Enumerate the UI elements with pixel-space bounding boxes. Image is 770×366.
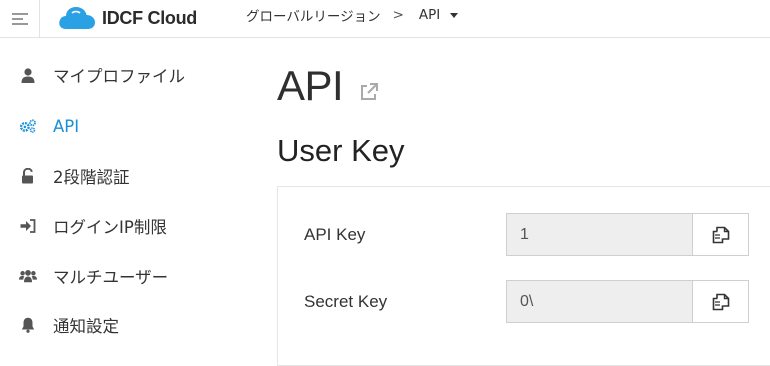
copy-icon xyxy=(712,293,729,310)
service-label: API xyxy=(418,7,441,23)
copy-icon xyxy=(712,226,729,243)
sidebar-item-label: マルチユーザー xyxy=(53,268,169,287)
copy-secret-key-button[interactable] xyxy=(692,280,749,323)
breadcrumb-separator: > xyxy=(392,7,404,23)
sidebar-item-label: マイプロファイル xyxy=(53,67,185,86)
sidebar-item-two-factor[interactable]: 2段階認証 xyxy=(0,156,246,196)
unlock-icon xyxy=(19,167,37,185)
bell-icon xyxy=(19,316,37,334)
users-icon xyxy=(19,267,37,285)
sidebar-item-multi-user[interactable]: マルチユーザー xyxy=(0,256,246,296)
brand-name: IDCF Cloud xyxy=(102,7,197,28)
hamburger-icon xyxy=(11,10,28,28)
section-title: User Key xyxy=(277,133,405,168)
sidebar-item-label: 2段階認証 xyxy=(53,168,130,187)
hamburger-menu-button[interactable] xyxy=(0,0,40,38)
caret-down-icon xyxy=(450,12,459,18)
brand-logo[interactable]: IDCF Cloud xyxy=(58,3,197,33)
top-bar: IDCF Cloud グローバルリージョン > API xyxy=(0,0,770,38)
external-link-icon[interactable] xyxy=(359,82,379,102)
cloud-logo-icon xyxy=(59,7,95,29)
sidebar-item-login-ip[interactable]: ログインIP制限 xyxy=(0,206,246,246)
secret-key-label: Secret Key xyxy=(304,292,388,311)
sidebar-item-label: 通知設定 xyxy=(53,317,119,336)
user-icon xyxy=(19,66,37,84)
api-key-label: API Key xyxy=(304,225,366,244)
sidebar-item-label: API xyxy=(53,116,80,136)
secret-key-field[interactable]: 0\ xyxy=(506,280,693,323)
page-title: API xyxy=(277,62,344,109)
sidebar-item-notifications[interactable]: 通知設定 xyxy=(0,305,246,345)
sidebar-item-label: ログインIP制限 xyxy=(53,218,167,237)
sidebar-item-api[interactable]: API xyxy=(0,106,246,146)
gears-icon xyxy=(19,117,37,135)
copy-api-key-button[interactable] xyxy=(692,213,749,256)
sign-in-icon xyxy=(19,217,37,235)
sidebar: マイプロファイル API 2段階認証 ログインIP制限 マルチユーザー 通知設定 xyxy=(0,39,246,361)
region-label: グローバルリージョン xyxy=(246,9,381,25)
region-breadcrumb[interactable]: グローバルリージョン > API xyxy=(246,5,459,25)
sidebar-item-my-profile[interactable]: マイプロファイル xyxy=(0,55,246,95)
api-key-field[interactable]: 1 xyxy=(506,213,693,256)
